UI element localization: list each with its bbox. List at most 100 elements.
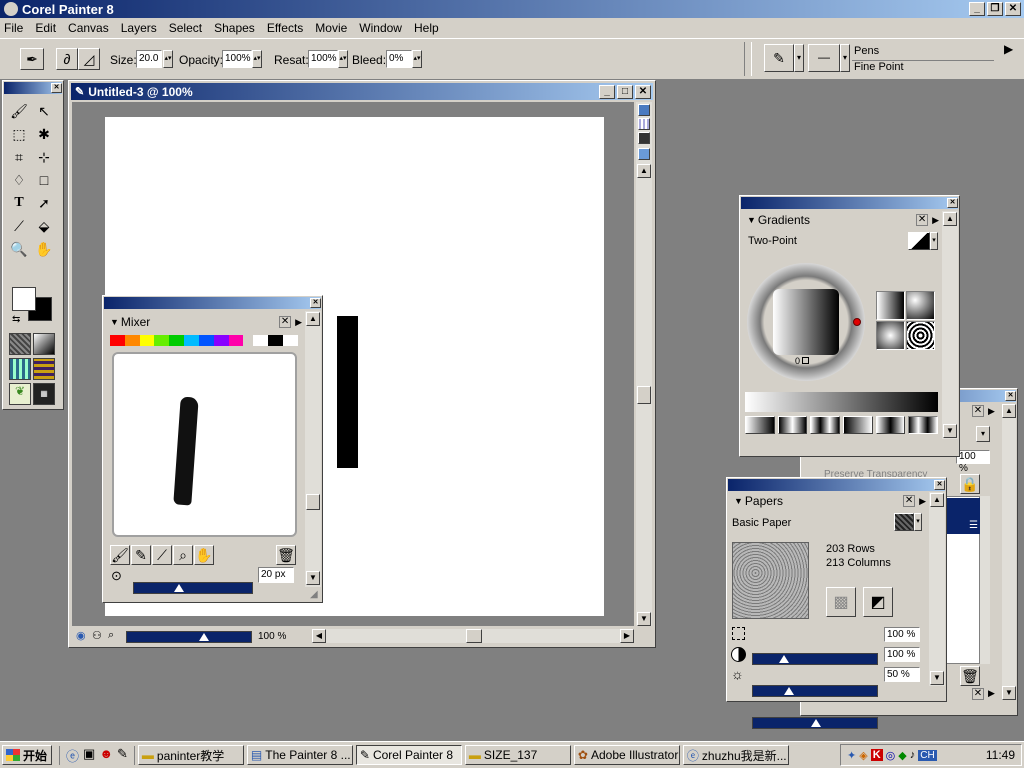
- gradient-order-double-reverse[interactable]: [908, 416, 939, 434]
- mixer-size-slider-thumb[interactable]: [174, 584, 184, 592]
- mixer-size-value[interactable]: 20 px: [258, 567, 294, 583]
- menu-edit[interactable]: Edit: [35, 21, 56, 35]
- papers-close-icon[interactable]: ✕: [903, 495, 916, 507]
- qq-icon[interactable]: ☻: [99, 746, 113, 765]
- papers-collapse-icon[interactable]: ▼: [734, 496, 743, 506]
- layers-close-button[interactable]: ✕: [1005, 391, 1016, 401]
- straight-line-stroke-icon[interactable]: ◿: [78, 48, 100, 70]
- gradient-order-mirror[interactable]: [777, 416, 808, 434]
- magic-wand-tool-icon[interactable]: ✱: [33, 123, 55, 145]
- menu-file[interactable]: File: [4, 21, 23, 35]
- paper-brightness-slider-thumb[interactable]: [811, 719, 821, 727]
- paint-bucket-tool-icon[interactable]: ⬙: [33, 215, 55, 237]
- grabber-hand-tool-icon[interactable]: ✋: [33, 238, 55, 260]
- mixer-swatch[interactable]: [124, 335, 140, 346]
- mixer-scroll-up-button[interactable]: ▲: [306, 312, 320, 326]
- start-button[interactable]: 开始: [2, 745, 52, 765]
- mixer-zoom-icon[interactable]: ⌕: [173, 545, 193, 565]
- input-method-indicator[interactable]: CH: [918, 749, 937, 761]
- brush-category-name[interactable]: Pens: [854, 45, 879, 57]
- gradient-order-right-to-left[interactable]: [843, 416, 873, 434]
- taskbar-item-paninter[interactable]: ▬ paninter教学: [137, 745, 244, 765]
- magnifier-tool-icon[interactable]: 🔍: [8, 238, 30, 260]
- tracing-paper-toggle-icon[interactable]: [638, 104, 650, 116]
- tray-disc-icon[interactable]: ◎: [886, 749, 896, 762]
- gradients-menu-icon[interactable]: ▶: [932, 215, 939, 226]
- bleed-stepper[interactable]: ▴▾: [412, 50, 422, 68]
- weaving-selector-icon[interactable]: [33, 358, 55, 380]
- layers-composite-dropdown[interactable]: ▾: [976, 426, 990, 442]
- mixer-clear-trash-icon[interactable]: 🗑: [276, 545, 296, 565]
- grid-toggle-icon[interactable]: [638, 118, 650, 130]
- mixer-swatch[interactable]: [253, 335, 269, 346]
- zoom-slider[interactable]: [126, 631, 252, 643]
- mixer-swatch[interactable]: [184, 335, 199, 346]
- tray-paint-icon[interactable]: ◈: [859, 749, 867, 762]
- mixer-scroll-thumb[interactable]: [306, 494, 320, 510]
- rectangle-shape-tool-icon[interactable]: □: [33, 169, 55, 191]
- document-vertical-scrollbar[interactable]: [636, 102, 652, 626]
- shape-selection-tool-icon[interactable]: ➚: [33, 192, 55, 214]
- layers-delete-icon[interactable]: 🗑: [960, 666, 980, 686]
- menu-window[interactable]: Window: [359, 21, 402, 35]
- paper-scale-value[interactable]: 100 %: [884, 627, 920, 642]
- papers-scroll-down-button[interactable]: ▼: [930, 671, 944, 685]
- opacity-input[interactable]: 100%: [222, 50, 252, 68]
- layers-list-selected-row[interactable]: ☰: [946, 498, 980, 534]
- gradient-ramp-bar[interactable]: [745, 392, 938, 412]
- document-maximize-button[interactable]: □: [617, 84, 633, 99]
- papers-menu-icon[interactable]: ▶: [919, 496, 926, 507]
- gradients-scroll-up-button[interactable]: ▲: [943, 212, 957, 226]
- pen-tool-indicator-icon[interactable]: ✒: [20, 48, 44, 70]
- ie-icon[interactable]: ⓔ: [66, 746, 79, 765]
- swap-colors-icon[interactable]: ⇆: [12, 314, 20, 325]
- mixer-swatch[interactable]: [154, 335, 170, 346]
- gradient-type-dropdown[interactable]: ▾: [930, 232, 938, 250]
- scroll-up-button[interactable]: ▲: [637, 164, 651, 178]
- gradients-close-icon[interactable]: ✕: [916, 214, 929, 226]
- layer-mask-toggle-icon[interactable]: [638, 132, 650, 144]
- paper-scale-slider[interactable]: [752, 653, 878, 665]
- gradient-style-spiral[interactable]: [906, 321, 935, 350]
- gradient-style-circular[interactable]: [876, 321, 905, 350]
- mixer-apply-color-icon[interactable]: ✎: [131, 545, 151, 565]
- mixer-menu-icon[interactable]: ▶: [295, 317, 302, 328]
- paper-selector-dropdown[interactable]: ▾: [914, 513, 922, 531]
- pen-path-tool-icon[interactable]: ♢: [8, 169, 30, 191]
- layers-opacity-value[interactable]: 100 %: [956, 450, 990, 474]
- zoom-slider-thumb[interactable]: [199, 633, 209, 641]
- taskbar-item-size137[interactable]: ▬ SIZE_137: [464, 745, 571, 765]
- brush-variant-name[interactable]: Fine Point: [854, 61, 904, 73]
- horizontal-scroll-thumb[interactable]: [466, 629, 482, 643]
- menu-effects[interactable]: Effects: [267, 21, 303, 35]
- minimize-button[interactable]: _: [969, 2, 985, 16]
- gradient-preview[interactable]: [773, 289, 839, 355]
- mixer-scroll-down-button[interactable]: ▼: [306, 571, 320, 585]
- paper-selector-icon[interactable]: [9, 333, 31, 355]
- layers-scroll-up-button[interactable]: ▲: [1002, 404, 1016, 418]
- gradient-type-selector-icon[interactable]: [908, 232, 930, 250]
- pattern-selector-icon[interactable]: [9, 358, 31, 380]
- paper-contrast-slider[interactable]: [752, 685, 878, 697]
- paper-contrast-value[interactable]: 100 %: [884, 647, 920, 662]
- mixer-swatch[interactable]: [198, 335, 214, 346]
- desktop-icon[interactable]: ▣: [83, 746, 95, 765]
- look-selector-icon[interactable]: ▦: [33, 383, 55, 405]
- menu-canvas[interactable]: Canvas: [68, 21, 109, 35]
- paper-brightness-value[interactable]: 50 %: [884, 667, 920, 682]
- mixer-swatch[interactable]: [213, 335, 229, 346]
- mixer-header[interactable]: ▼ Mixer ✕ ▶: [106, 314, 302, 330]
- gradient-order-left-to-right[interactable]: [745, 416, 775, 434]
- mixer-swatch[interactable]: [139, 335, 155, 346]
- document-minimize-button[interactable]: _: [599, 84, 615, 99]
- scroll-right-button[interactable]: ▶: [620, 629, 634, 643]
- tray-network-icon[interactable]: ◆: [898, 749, 906, 762]
- taskbar-item-corel-painter[interactable]: ✎ Corel Painter 8: [355, 745, 462, 765]
- menu-movie[interactable]: Movie: [315, 21, 347, 35]
- layers-list-scrollbar[interactable]: [980, 496, 990, 664]
- layers-menu-icon[interactable]: ▶: [988, 406, 995, 417]
- mixer-close-button[interactable]: ✕: [310, 298, 321, 308]
- mixer-swatch[interactable]: [268, 335, 284, 346]
- paper-make-texture-icon[interactable]: ▩: [826, 587, 856, 617]
- bleed-input[interactable]: 0%: [386, 50, 412, 68]
